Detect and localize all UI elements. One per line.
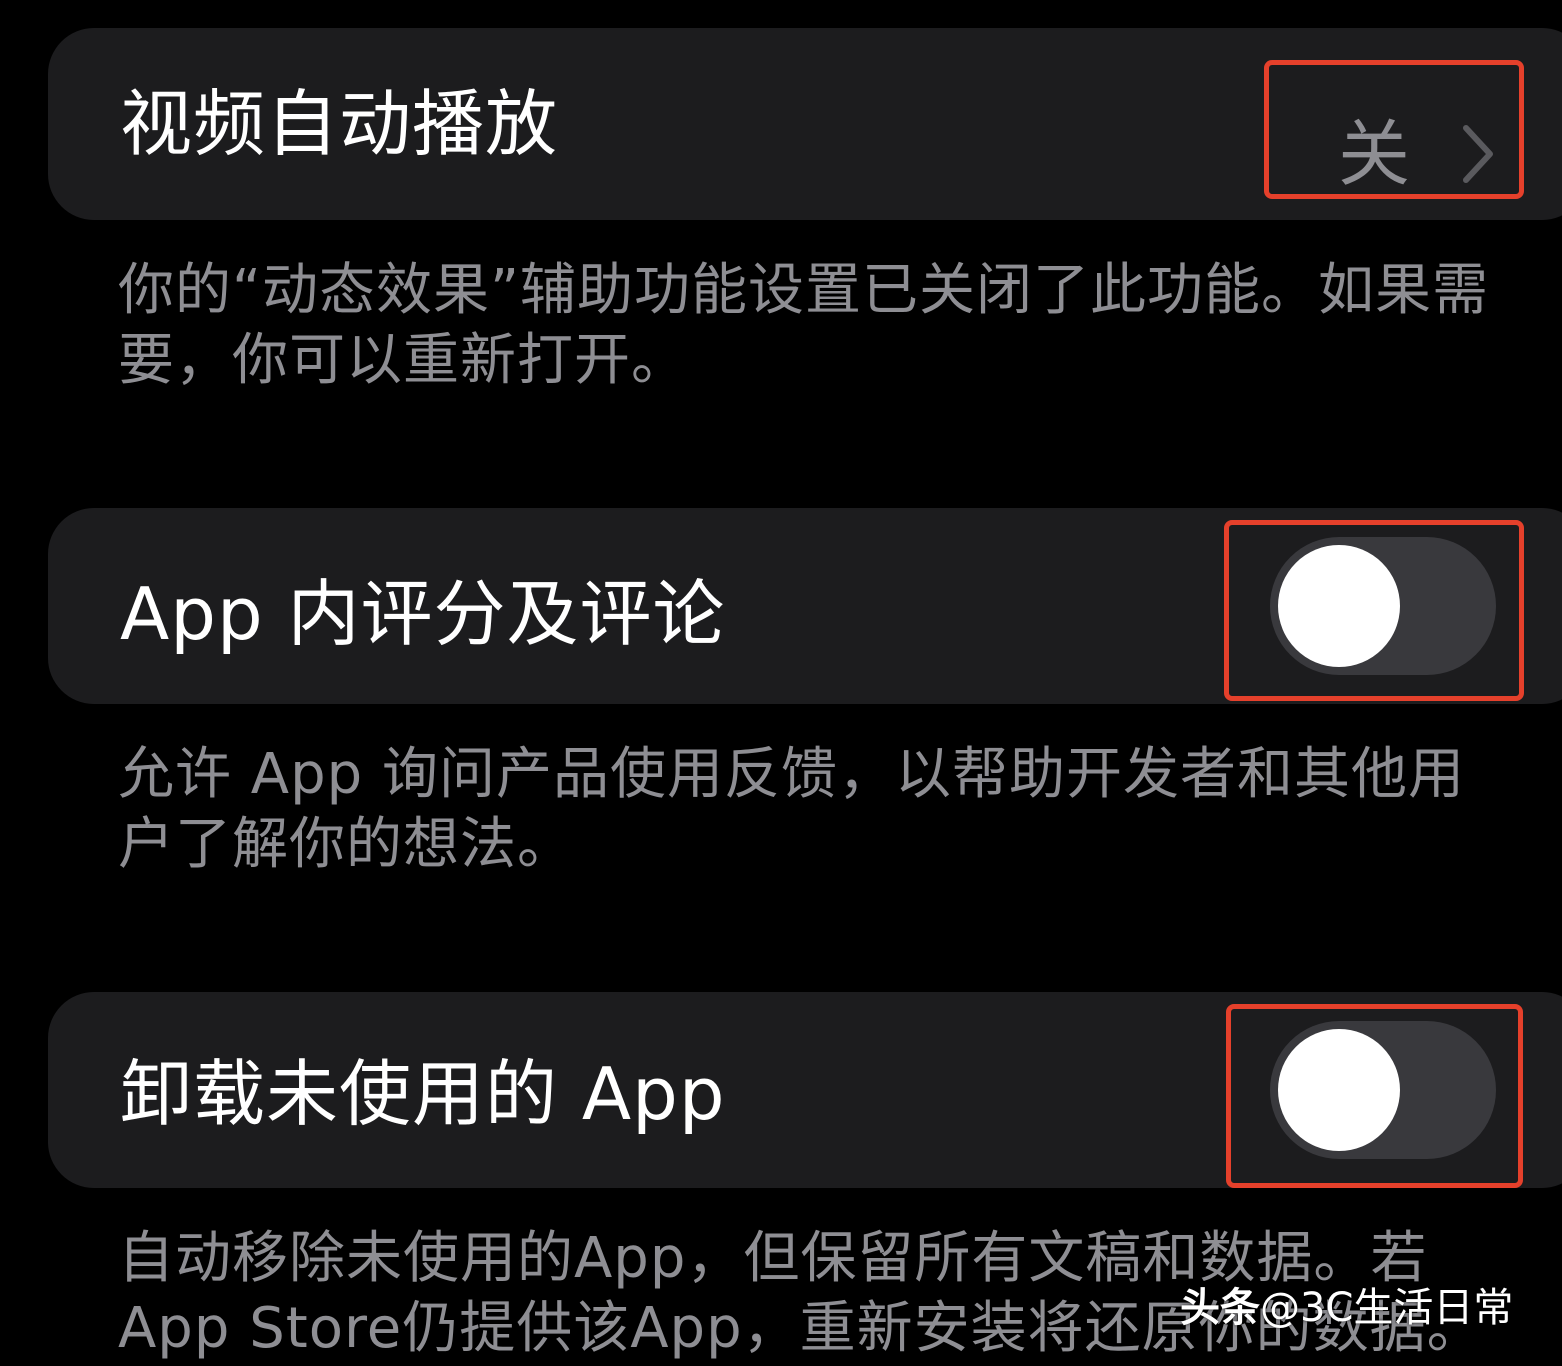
highlight-box-in-app-ratings	[1224, 520, 1524, 701]
in-app-ratings-label: App 内评分及评论	[120, 572, 726, 656]
watermark-handle: @3C生活日常	[1260, 1285, 1514, 1331]
watermark: 头条@3C生活日常	[1180, 1284, 1513, 1332]
watermark-brand: 头条	[1180, 1285, 1260, 1331]
in-app-ratings-footer: 允许 App 询问产品使用反馈，以帮助开发者和其他用户了解你的想法。	[118, 742, 1466, 877]
offload-unused-apps-label: 卸载未使用的 App	[120, 1052, 726, 1136]
video-autoplay-footer: 你的“动态效果”辅助功能设置已关闭了此功能。如果需要，你可以重新打开。	[118, 258, 1490, 393]
highlight-box-video-autoplay	[1264, 60, 1524, 199]
video-autoplay-label: 视频自动播放	[120, 82, 559, 166]
highlight-box-offload-apps	[1226, 1004, 1523, 1188]
